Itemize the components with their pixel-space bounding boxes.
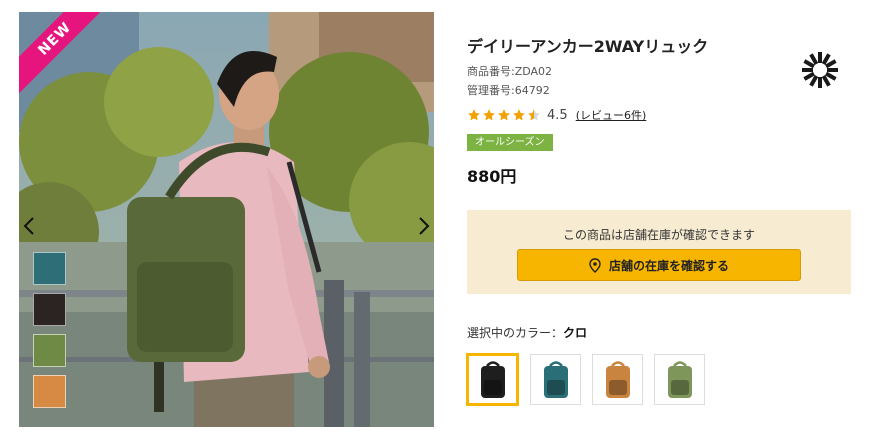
backpack-camel-icon bbox=[605, 360, 630, 398]
store-stock-panel: この商品は店舗在庫が確認できます 店舗の在庫を確認する bbox=[467, 210, 851, 294]
star-full-icon bbox=[498, 109, 510, 121]
season-tag: オールシーズン bbox=[467, 134, 553, 151]
store-stock-message: この商品は店舗在庫が確認できます bbox=[562, 228, 755, 242]
swatch-olive[interactable] bbox=[33, 334, 66, 367]
rating-row: 4.5 (レビュー6件) bbox=[467, 106, 851, 124]
color-option-camel[interactable] bbox=[592, 354, 643, 405]
new-badge: NEW bbox=[19, 12, 139, 132]
swatch-black[interactable] bbox=[33, 293, 66, 326]
product-gallery: NEW bbox=[19, 12, 434, 427]
backpack-black-icon bbox=[480, 360, 505, 398]
product-title: デイリーアンカー2WAYリュック bbox=[467, 37, 709, 56]
product-code: 商品番号:ZDA02 bbox=[467, 65, 553, 78]
review-count-link[interactable]: (レビュー6件) bbox=[576, 107, 647, 123]
chevron-left-icon bbox=[23, 217, 34, 235]
star-rating bbox=[467, 108, 541, 122]
product-details: デイリーアンカー2WAYリュック 商品番号:ZDA02 管理番号:64792 4… bbox=[466, 36, 851, 406]
rating-value: 4.5 bbox=[547, 107, 568, 123]
color-option-list bbox=[466, 353, 705, 406]
brand-logo-icon bbox=[802, 52, 838, 88]
new-badge-label: NEW bbox=[19, 12, 114, 98]
color-option-black[interactable] bbox=[466, 353, 519, 406]
selected-color-prefix: 選択中のカラー： bbox=[467, 326, 564, 340]
color-swatch-list bbox=[33, 252, 66, 408]
selected-color-label: 選択中のカラー：クロ bbox=[467, 324, 587, 341]
star-full-icon bbox=[513, 109, 525, 121]
check-store-stock-label: 店舗の在庫を確認する bbox=[608, 258, 729, 273]
star-full-icon bbox=[483, 109, 495, 121]
swatch-teal[interactable] bbox=[33, 252, 66, 285]
backpack-olive-icon bbox=[667, 360, 692, 398]
star-full-icon bbox=[468, 109, 480, 121]
selected-color-value: クロ bbox=[563, 326, 588, 340]
star-half-icon bbox=[528, 109, 540, 121]
map-pin-icon bbox=[589, 257, 601, 273]
backpack-teal-icon bbox=[543, 360, 568, 398]
swatch-tan[interactable] bbox=[33, 375, 66, 408]
color-option-olive[interactable] bbox=[654, 354, 705, 405]
product-price: 880円 bbox=[467, 167, 517, 186]
check-store-stock-button[interactable]: 店舗の在庫を確認する bbox=[517, 249, 801, 281]
chevron-right-icon bbox=[419, 217, 430, 235]
management-number: 管理番号:64792 bbox=[467, 84, 550, 97]
color-option-teal[interactable] bbox=[530, 354, 581, 405]
next-image-button[interactable] bbox=[413, 212, 434, 240]
prev-image-button[interactable] bbox=[19, 212, 40, 240]
